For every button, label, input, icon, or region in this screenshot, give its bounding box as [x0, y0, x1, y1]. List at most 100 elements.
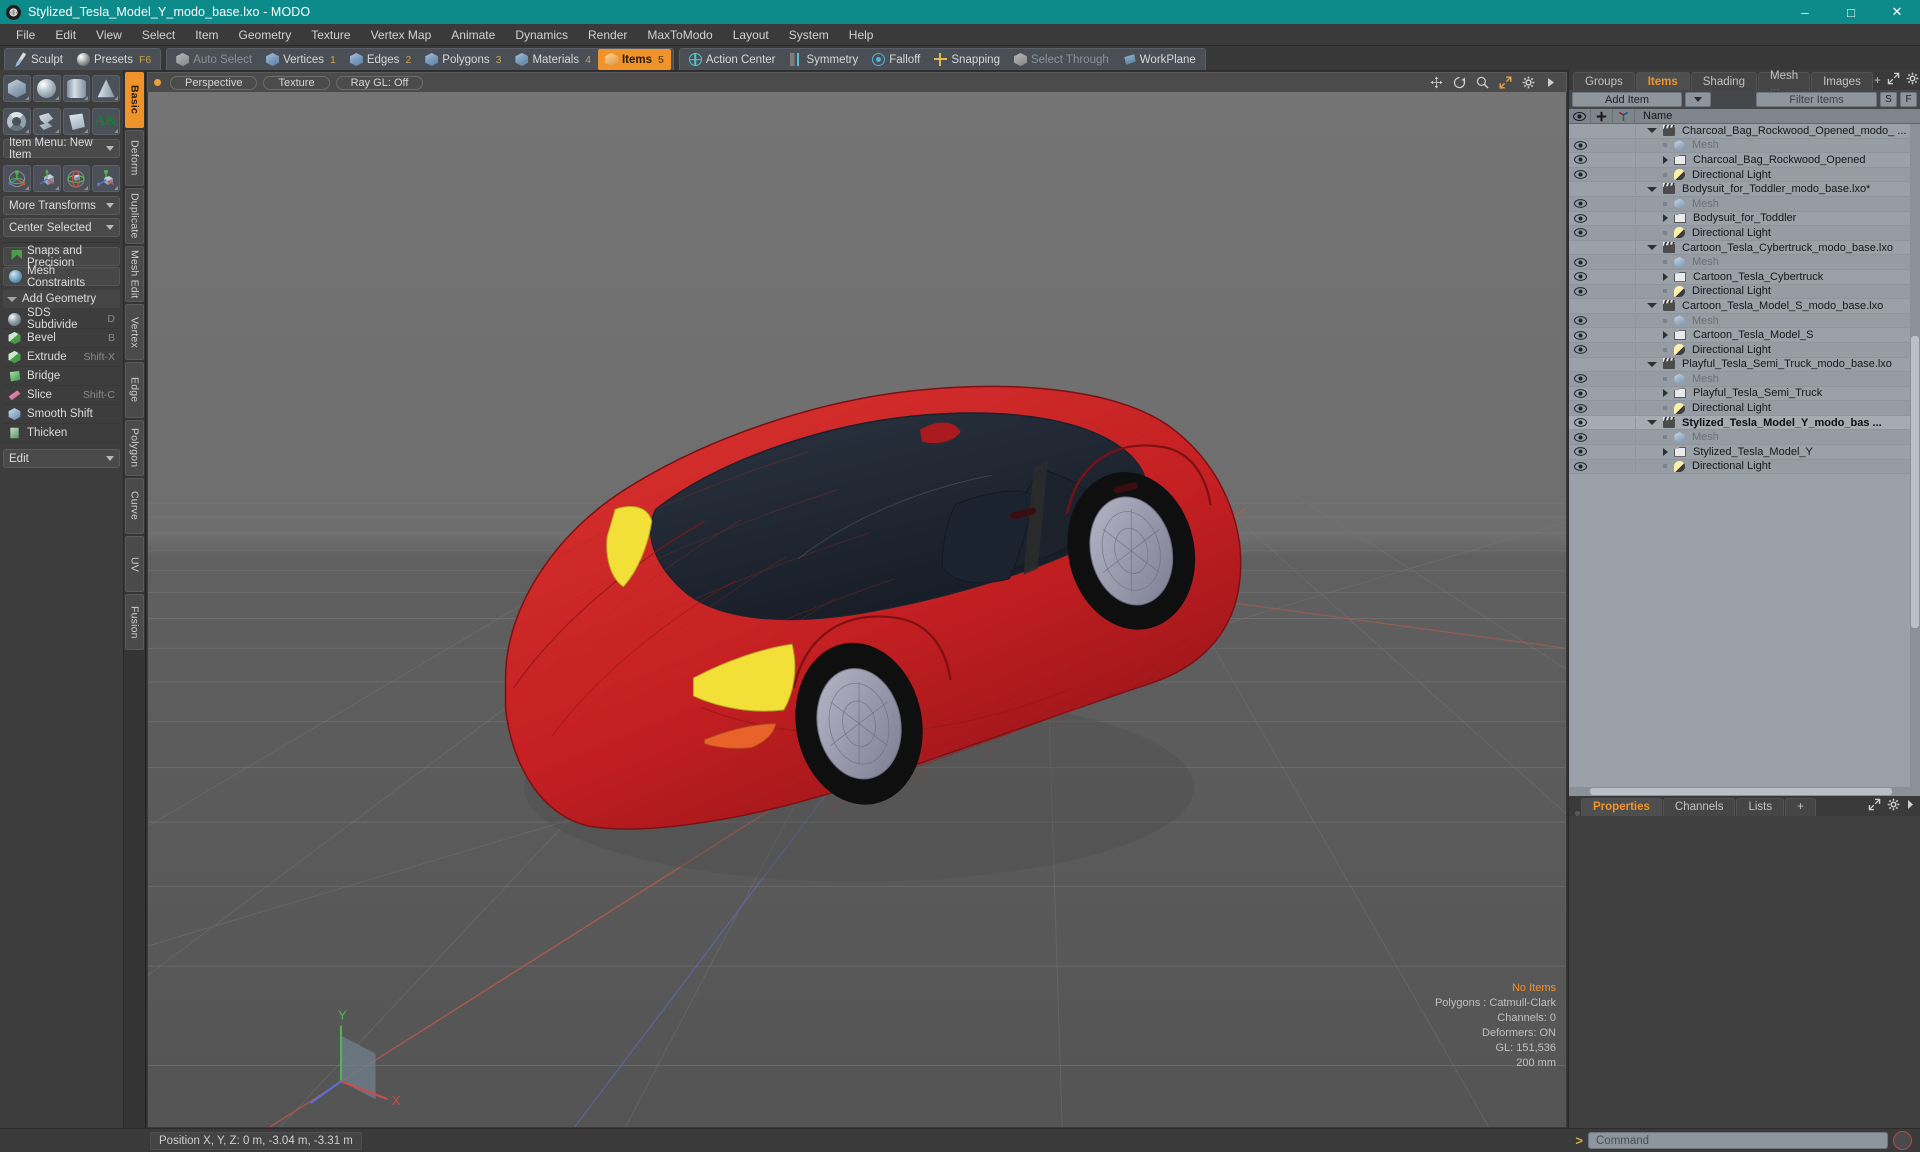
gear-icon[interactable]: [1906, 72, 1919, 88]
item-tree-row[interactable]: Cartoon_Tesla_Cybertruck_modo_base.lxo: [1569, 241, 1920, 256]
toolbar-button-workplane[interactable]: WorkPlane: [1116, 49, 1203, 70]
item-name-cell[interactable]: Mesh: [1635, 139, 1920, 152]
text-primitive-button[interactable]: A&: [92, 108, 120, 135]
properties-tab-[interactable]: +: [1785, 797, 1816, 816]
item-tree-row[interactable]: Stylized_Tesla_Model_Y: [1569, 445, 1920, 460]
shading-selector[interactable]: Texture: [263, 75, 330, 90]
item-tree-row[interactable]: Directional Light: [1569, 459, 1920, 475]
chevron-down-icon[interactable]: [1647, 420, 1657, 426]
chevron-right-icon[interactable]: [1663, 272, 1668, 281]
visibility-eye-icon[interactable]: [1569, 462, 1591, 471]
3d-viewport[interactable]: Y X No Items Polygons : Catmull-Clark Ch…: [147, 92, 1567, 1128]
geometry-tool-slice[interactable]: Slice Shift-C: [3, 386, 120, 405]
item-tree-scroll-thumb[interactable]: [1911, 336, 1919, 628]
vertical-tab-basic[interactable]: Basic: [125, 72, 144, 128]
spiral-primitive-button[interactable]: [32, 108, 61, 135]
add-geometry-section-header[interactable]: Add Geometry: [3, 290, 120, 308]
item-tree-row[interactable]: Mesh: [1569, 430, 1920, 446]
vertical-tab-duplicate[interactable]: Duplicate: [125, 188, 144, 244]
projection-selector[interactable]: Perspective: [170, 75, 258, 90]
item-name-cell[interactable]: Mesh: [1635, 314, 1920, 327]
polygon-primitive-button[interactable]: [62, 108, 91, 135]
item-tree-scrollbar[interactable]: [1910, 124, 1920, 787]
toolbar-button-auto-select[interactable]: Auto Select: [169, 49, 259, 70]
menu-item-texture[interactable]: Texture: [301, 24, 360, 46]
add-item-button[interactable]: Add Item: [1572, 92, 1682, 107]
maximize-button[interactable]: □: [1828, 0, 1874, 24]
zoom-viewport-icon[interactable]: [1475, 76, 1489, 90]
geometry-tool-thicken[interactable]: Thicken: [3, 424, 120, 443]
visibility-eye-icon[interactable]: [1569, 170, 1591, 179]
expand-icon[interactable]: [1868, 798, 1881, 814]
filter-f-button[interactable]: F: [1900, 92, 1917, 107]
item-name-cell[interactable]: Bodysuit_for_Toddler: [1635, 212, 1920, 225]
geometry-tool-sds-subdivide[interactable]: SDS Subdivide D: [3, 307, 120, 331]
vertical-tab-fusion[interactable]: Fusion: [125, 594, 144, 650]
item-tree-row[interactable]: Charcoal_Bag_Rockwood_Opened_modo_ ...: [1569, 124, 1920, 139]
visibility-eye-icon[interactable]: [1569, 272, 1591, 282]
menu-item-geometry[interactable]: Geometry: [229, 24, 302, 46]
menu-item-system[interactable]: System: [779, 24, 839, 46]
menu-item-view[interactable]: View: [86, 24, 132, 46]
geometry-tool-smooth-shift[interactable]: Smooth Shift: [3, 405, 120, 424]
chevron-right-icon[interactable]: [1663, 214, 1668, 223]
menu-item-dynamics[interactable]: Dynamics: [505, 24, 578, 46]
rotate-tool-button[interactable]: [62, 165, 91, 192]
command-record-button[interactable]: [1893, 1131, 1912, 1150]
visibility-eye-icon[interactable]: [1569, 213, 1591, 223]
menu-item-file[interactable]: File: [6, 24, 45, 46]
vertical-tab-deform[interactable]: Deform: [125, 130, 144, 186]
cylinder-primitive-button[interactable]: [62, 75, 91, 102]
column-add-icon[interactable]: [1591, 108, 1613, 124]
chevron-down-icon[interactable]: [1647, 303, 1657, 309]
chevron-right-icon[interactable]: [1663, 331, 1668, 340]
visibility-eye-icon[interactable]: [1569, 257, 1591, 267]
raygl-selector[interactable]: Ray GL: Off: [335, 75, 424, 90]
visibility-eye-icon[interactable]: [1569, 389, 1591, 398]
visibility-eye-icon[interactable]: [1569, 330, 1591, 340]
visibility-eye-icon[interactable]: [1569, 374, 1591, 384]
vertical-tab-mesh-edit[interactable]: Mesh Edit: [125, 246, 144, 302]
toolbar-button-symmetry[interactable]: Symmetry: [783, 49, 866, 70]
menu-item-vertex-map[interactable]: Vertex Map: [361, 24, 442, 46]
item-name-cell[interactable]: Mesh: [1635, 197, 1920, 210]
toolbar-button-presets[interactable]: Presets F6: [70, 49, 158, 70]
chevron-down-icon[interactable]: [1647, 361, 1657, 367]
item-tree-row[interactable]: Directional Light: [1569, 167, 1920, 183]
chevron-right-icon[interactable]: [1663, 389, 1668, 398]
item-name-cell[interactable]: Mesh: [1635, 431, 1920, 444]
chevron-down-icon[interactable]: [1647, 186, 1657, 192]
item-tree-row[interactable]: Directional Light: [1569, 342, 1920, 358]
item-tree-row[interactable]: Playful_Tesla_Semi_Truck: [1569, 387, 1920, 402]
torus-primitive-button[interactable]: [3, 108, 31, 135]
item-name-cell[interactable]: Charcoal_Bag_Rockwood_Opened: [1635, 153, 1920, 166]
item-tree-row[interactable]: Cartoon_Tesla_Model_S_modo_base.lxo: [1569, 299, 1920, 314]
cone-primitive-button[interactable]: [92, 75, 120, 102]
menu-item-render[interactable]: Render: [578, 24, 637, 46]
item-tree-hscrollbar[interactable]: [1569, 786, 1920, 796]
vertical-tab-uv[interactable]: UV: [125, 536, 144, 592]
item-tree[interactable]: Charcoal_Bag_Rockwood_Opened_modo_ ... Me…: [1569, 124, 1920, 787]
geometry-tool-extrude[interactable]: Extrude Shift-X: [3, 348, 120, 367]
toolbar-button-snapping[interactable]: Snapping: [927, 49, 1007, 70]
item-name-cell[interactable]: Directional Light: [1635, 226, 1920, 239]
toolbar-button-select-through[interactable]: Select Through: [1007, 49, 1116, 70]
cube-primitive-button[interactable]: [3, 75, 31, 102]
panel-tab-images[interactable]: Images: [1811, 72, 1873, 90]
toolbar-button-falloff[interactable]: Falloff: [865, 49, 927, 70]
move-viewport-icon[interactable]: [1429, 76, 1443, 90]
toolbar-button-polygons[interactable]: Polygons 3: [418, 49, 508, 70]
item-menu-dropdown[interactable]: Item Menu: New Item: [3, 137, 120, 161]
more-transforms-dropdown[interactable]: More Transforms: [3, 196, 120, 215]
toolbar-button-edges[interactable]: Edges 2: [343, 49, 418, 70]
item-tree-row[interactable]: Mesh: [1569, 138, 1920, 154]
item-name-cell[interactable]: Bodysuit_for_Toddler_modo_base.lxo*: [1635, 183, 1920, 196]
properties-tab-channels[interactable]: Channels: [1662, 797, 1736, 816]
properties-tab-lists[interactable]: Lists: [1736, 797, 1785, 816]
visibility-eye-icon[interactable]: [1569, 286, 1591, 296]
geometry-tool-bevel[interactable]: Bevel B: [3, 329, 120, 348]
item-tree-row[interactable]: Directional Light: [1569, 401, 1920, 416]
filter-s-button[interactable]: S: [1880, 92, 1897, 107]
toolbar-button-vertices[interactable]: Vertices 1: [259, 49, 343, 70]
item-name-cell[interactable]: Cartoon_Tesla_Cybertruck: [1635, 270, 1920, 283]
